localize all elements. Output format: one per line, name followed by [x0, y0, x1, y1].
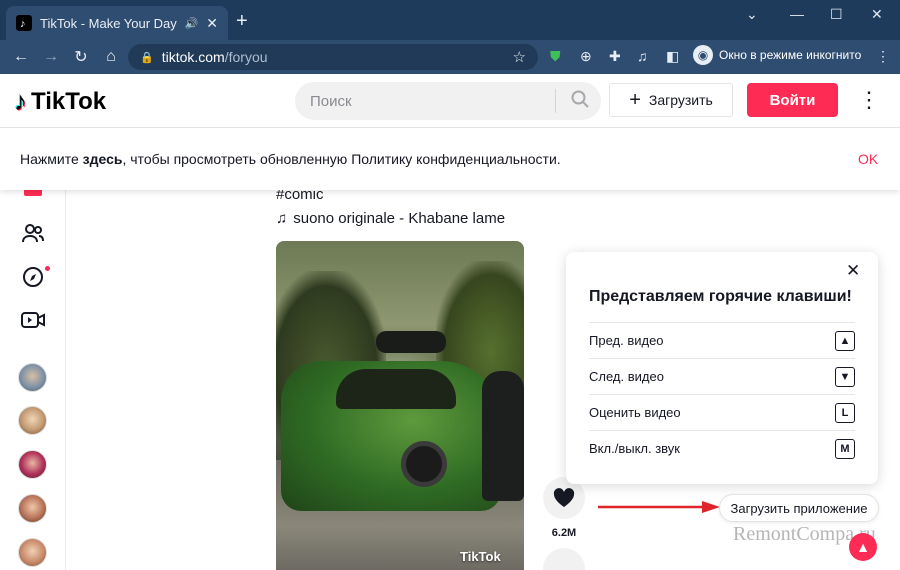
home-icon[interactable]: ⌂ — [96, 48, 126, 66]
following-icon[interactable] — [20, 220, 46, 246]
notification-dot — [45, 266, 50, 271]
tiktok-note-icon: ♪ — [14, 86, 27, 116]
incognito-label: Окно в режиме инкогнито — [719, 48, 862, 62]
get-app-button[interactable]: Загрузить приложение — [719, 494, 879, 522]
red-arrow-icon — [598, 501, 720, 513]
music-note-icon: ♫ — [276, 210, 288, 227]
shortcut-label: След. видео — [589, 369, 664, 384]
incognito-icon: ◉ — [693, 45, 713, 65]
home-icon[interactable] — [24, 190, 42, 196]
key-m-icon: M — [835, 438, 855, 459]
plus-icon: + — [629, 88, 641, 111]
account-avatar[interactable] — [18, 406, 47, 435]
video-watermark: TikTok — [460, 549, 501, 564]
music-title: suono originale - Khabane lame — [293, 210, 506, 227]
account-avatar[interactable] — [18, 494, 47, 523]
video-person — [482, 371, 524, 501]
comment-button[interactable] — [543, 548, 585, 570]
video-car — [401, 441, 447, 487]
privacy-ok-button[interactable]: OK — [858, 151, 878, 167]
logo-text: TikTok — [31, 87, 107, 115]
close-window-icon[interactable]: ✕ — [871, 6, 883, 23]
speaker-icon[interactable]: 🔊 — [185, 17, 199, 30]
live-icon[interactable] — [20, 307, 46, 333]
privacy-link[interactable]: здесь — [83, 151, 123, 167]
video-player[interactable]: TikTok — [276, 241, 524, 570]
maximize-icon[interactable]: ☐ — [830, 6, 843, 23]
url-path: /foryou — [224, 49, 268, 65]
upload-label: Загрузить — [648, 92, 713, 108]
close-panel-icon[interactable]: ✕ — [846, 261, 860, 281]
key-up-icon: ▲ — [835, 330, 855, 351]
shortcut-row: Вкл./выкл. звук M — [589, 430, 855, 466]
post-music[interactable]: ♫ suono originale - Khabane lame — [276, 210, 505, 227]
globe-extension-icon[interactable]: ⊕ — [580, 48, 592, 65]
browser-tab-bar: ♪ TikTok - Make Your Day 🔊 ✕ + ⌄ — ☐ ✕ — [0, 0, 900, 40]
search-divider — [555, 89, 556, 113]
tiktok-header: ♪ TikTok + Загрузить Войти ⋮ — [0, 74, 900, 128]
shortcut-row: След. видео ▼ — [589, 358, 855, 394]
close-tab-icon[interactable]: ✕ — [206, 15, 218, 32]
account-avatar[interactable] — [18, 538, 47, 567]
more-options-icon[interactable]: ⋮ — [858, 87, 880, 113]
privacy-banner: Нажмите здесь, чтобы просмотреть обновле… — [0, 128, 900, 190]
reload-icon[interactable]: ↻ — [66, 47, 96, 67]
bookmark-star-icon[interactable]: ☆ — [513, 48, 526, 66]
account-avatar[interactable] — [18, 363, 47, 392]
upload-button[interactable]: + Загрузить — [609, 83, 733, 117]
shortcut-row: Оценить видео L — [589, 394, 855, 430]
login-button[interactable]: Войти — [747, 83, 838, 117]
search-icon[interactable] — [570, 89, 590, 114]
browser-tab[interactable]: ♪ TikTok - Make Your Day 🔊 ✕ — [6, 6, 228, 40]
privacy-banner-text: Нажмите здесь, чтобы просмотреть обновле… — [20, 151, 561, 167]
scroll-to-top-icon[interactable]: ▲ — [849, 533, 877, 561]
shortcut-label: Вкл./выкл. звук — [589, 441, 680, 456]
search-box — [295, 82, 601, 120]
side-panel-icon[interactable]: ◧ — [666, 48, 679, 65]
forward-icon[interactable]: → — [36, 48, 66, 66]
shortcut-row: Пред. видео ▲ — [589, 322, 855, 358]
media-control-icon[interactable]: ♫ — [637, 48, 648, 64]
incognito-indicator[interactable]: ◉ Окно в режиме инкогнито — [693, 45, 861, 65]
svg-text:♪: ♪ — [20, 18, 26, 30]
url-host: tiktok.com — [161, 49, 225, 65]
lock-icon[interactable]: 🔒 — [140, 51, 154, 64]
tiktok-favicon-icon: ♪ — [16, 15, 32, 31]
extensions-puzzle-icon[interactable]: ✚ — [609, 48, 621, 65]
video-car — [376, 331, 446, 353]
back-icon[interactable]: ← — [6, 48, 36, 66]
key-l-icon: L — [835, 402, 855, 423]
shortcut-label: Пред. видео — [589, 333, 664, 348]
sidebar — [0, 190, 66, 570]
adblock-extension-icon[interactable]: ⛊ — [550, 48, 561, 65]
tab-title: TikTok - Make Your Day — [40, 15, 177, 31]
browser-menu-icon[interactable]: ⋮ — [876, 48, 890, 65]
minimize-icon[interactable]: — — [790, 6, 804, 22]
search-input[interactable] — [310, 92, 550, 110]
key-down-icon: ▼ — [835, 366, 855, 387]
explore-compass-icon[interactable] — [20, 264, 46, 290]
video-car — [336, 369, 456, 409]
like-count: 6.2M — [551, 527, 577, 539]
new-tab-button[interactable]: + — [236, 11, 248, 31]
shortcuts-title: Представляем горячие клавиши! — [589, 288, 852, 305]
shortcut-label: Оценить видео — [589, 405, 681, 420]
shortcuts-panel: ✕ Представляем горячие клавиши! Пред. ви… — [566, 252, 878, 484]
address-bar[interactable]: 🔒 tiktok.com /foryou ☆ — [128, 44, 538, 70]
tiktok-logo[interactable]: ♪ TikTok — [14, 86, 106, 117]
tab-search-icon[interactable]: ⌄ — [746, 6, 758, 23]
account-avatar[interactable] — [18, 450, 47, 479]
